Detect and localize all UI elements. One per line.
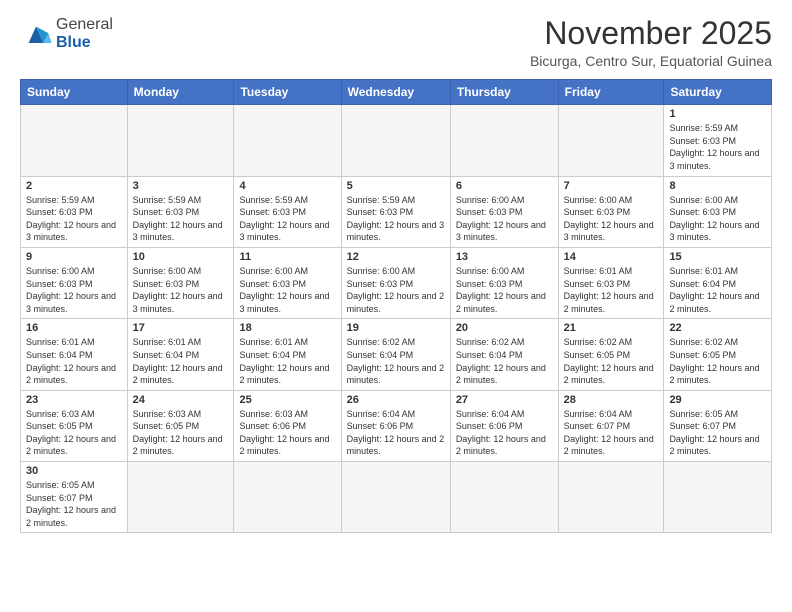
day-16: 16 Sunrise: 6:01 AM Sunset: 6:04 PM Dayl… — [21, 319, 128, 390]
calendar-row-6: 30 Sunrise: 6:05 AM Sunset: 6:07 PM Dayl… — [21, 462, 772, 533]
day-22: 22 Sunrise: 6:02 AM Sunset: 6:05 PM Dayl… — [664, 319, 772, 390]
calendar-row-1: 1 Sunrise: 5:59 AM Sunset: 6:03 PM Dayli… — [21, 105, 772, 176]
day-25: 25 Sunrise: 6:03 AM Sunset: 6:06 PM Dayl… — [234, 390, 341, 461]
day-30: 30 Sunrise: 6:05 AM Sunset: 6:07 PM Dayl… — [21, 462, 128, 533]
logo-text: General Blue — [56, 16, 113, 51]
header-thursday: Thursday — [450, 80, 558, 105]
empty-cell — [558, 462, 664, 533]
calendar-row-3: 9 Sunrise: 6:00 AM Sunset: 6:03 PM Dayli… — [21, 247, 772, 318]
day-8: 8 Sunrise: 6:00 AM Sunset: 6:03 PM Dayli… — [664, 176, 772, 247]
empty-cell — [558, 105, 664, 176]
month-title: November 2025 — [530, 16, 772, 51]
calendar: Sunday Monday Tuesday Wednesday Thursday… — [20, 79, 772, 533]
empty-cell — [234, 105, 341, 176]
subtitle: Bicurga, Centro Sur, Equatorial Guinea — [530, 53, 772, 69]
day-2: 2 Sunrise: 5:59 AM Sunset: 6:03 PM Dayli… — [21, 176, 128, 247]
header-wednesday: Wednesday — [341, 80, 450, 105]
day-5: 5 Sunrise: 5:59 AM Sunset: 6:03 PM Dayli… — [341, 176, 450, 247]
day-29: 29 Sunrise: 6:05 AM Sunset: 6:07 PM Dayl… — [664, 390, 772, 461]
empty-cell — [341, 105, 450, 176]
day-24: 24 Sunrise: 6:03 AM Sunset: 6:05 PM Dayl… — [127, 390, 234, 461]
day-11: 11 Sunrise: 6:00 AM Sunset: 6:03 PM Dayl… — [234, 247, 341, 318]
day-19: 19 Sunrise: 6:02 AM Sunset: 6:04 PM Dayl… — [341, 319, 450, 390]
day-17: 17 Sunrise: 6:01 AM Sunset: 6:04 PM Dayl… — [127, 319, 234, 390]
calendar-row-5: 23 Sunrise: 6:03 AM Sunset: 6:05 PM Dayl… — [21, 390, 772, 461]
day-12: 12 Sunrise: 6:00 AM Sunset: 6:03 PM Dayl… — [341, 247, 450, 318]
day-26: 26 Sunrise: 6:04 AM Sunset: 6:06 PM Dayl… — [341, 390, 450, 461]
day-14: 14 Sunrise: 6:01 AM Sunset: 6:03 PM Dayl… — [558, 247, 664, 318]
day-4: 4 Sunrise: 5:59 AM Sunset: 6:03 PM Dayli… — [234, 176, 341, 247]
day-7: 7 Sunrise: 6:00 AM Sunset: 6:03 PM Dayli… — [558, 176, 664, 247]
empty-cell — [450, 105, 558, 176]
header-sunday: Sunday — [21, 80, 128, 105]
empty-cell — [21, 105, 128, 176]
day-20: 20 Sunrise: 6:02 AM Sunset: 6:04 PM Dayl… — [450, 319, 558, 390]
day-9: 9 Sunrise: 6:00 AM Sunset: 6:03 PM Dayli… — [21, 247, 128, 318]
day-6: 6 Sunrise: 6:00 AM Sunset: 6:03 PM Dayli… — [450, 176, 558, 247]
day-28: 28 Sunrise: 6:04 AM Sunset: 6:07 PM Dayl… — [558, 390, 664, 461]
day-13: 13 Sunrise: 6:00 AM Sunset: 6:03 PM Dayl… — [450, 247, 558, 318]
logo-icon — [20, 20, 52, 48]
day-23: 23 Sunrise: 6:03 AM Sunset: 6:05 PM Dayl… — [21, 390, 128, 461]
empty-cell — [234, 462, 341, 533]
day-18: 18 Sunrise: 6:01 AM Sunset: 6:04 PM Dayl… — [234, 319, 341, 390]
calendar-row-4: 16 Sunrise: 6:01 AM Sunset: 6:04 PM Dayl… — [21, 319, 772, 390]
empty-cell — [341, 462, 450, 533]
day-3: 3 Sunrise: 5:59 AM Sunset: 6:03 PM Dayli… — [127, 176, 234, 247]
day-27: 27 Sunrise: 6:04 AM Sunset: 6:06 PM Dayl… — [450, 390, 558, 461]
day-1: 1 Sunrise: 5:59 AM Sunset: 6:03 PM Dayli… — [664, 105, 772, 176]
empty-cell — [127, 462, 234, 533]
header-tuesday: Tuesday — [234, 80, 341, 105]
logo: General Blue — [20, 16, 113, 51]
title-area: November 2025 Bicurga, Centro Sur, Equat… — [530, 16, 772, 69]
header: General Blue November 2025 Bicurga, Cent… — [20, 16, 772, 69]
header-saturday: Saturday — [664, 80, 772, 105]
header-monday: Monday — [127, 80, 234, 105]
calendar-row-2: 2 Sunrise: 5:59 AM Sunset: 6:03 PM Dayli… — [21, 176, 772, 247]
weekday-header-row: Sunday Monday Tuesday Wednesday Thursday… — [21, 80, 772, 105]
empty-cell — [450, 462, 558, 533]
day-15: 15 Sunrise: 6:01 AM Sunset: 6:04 PM Dayl… — [664, 247, 772, 318]
empty-cell — [127, 105, 234, 176]
header-friday: Friday — [558, 80, 664, 105]
day-21: 21 Sunrise: 6:02 AM Sunset: 6:05 PM Dayl… — [558, 319, 664, 390]
day-10: 10 Sunrise: 6:00 AM Sunset: 6:03 PM Dayl… — [127, 247, 234, 318]
empty-cell — [664, 462, 772, 533]
page: General Blue November 2025 Bicurga, Cent… — [0, 0, 792, 612]
